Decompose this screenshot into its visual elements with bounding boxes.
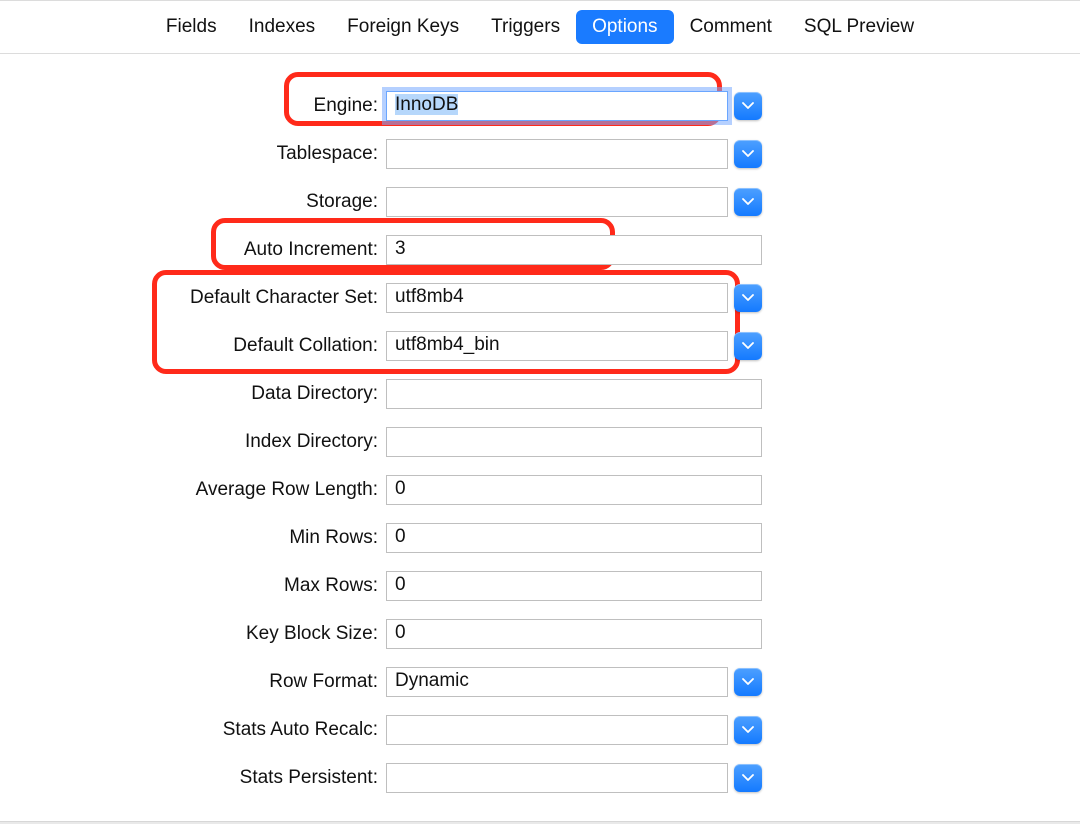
label-row-format: Row Format: (0, 671, 386, 693)
auto-increment-input[interactable]: 3 (386, 235, 762, 265)
tab-comment[interactable]: Comment (674, 10, 788, 44)
row-format-dropdown-button[interactable] (734, 668, 762, 696)
label-charset: Default Character Set: (0, 287, 386, 309)
stats-auto-recalc-input[interactable] (386, 715, 728, 745)
tab-foreign-keys[interactable]: Foreign Keys (331, 10, 475, 44)
chevron-down-icon (742, 678, 754, 686)
chevron-down-icon (742, 774, 754, 782)
tab-bar: Fields Indexes Foreign Keys Triggers Opt… (0, 0, 1080, 54)
stats-auto-recalc-dropdown-button[interactable] (734, 716, 762, 744)
index-directory-input[interactable] (386, 427, 762, 457)
chevron-down-icon (742, 150, 754, 158)
tab-options[interactable]: Options (576, 10, 673, 44)
tab-fields[interactable]: Fields (150, 10, 233, 44)
tab-sql-preview[interactable]: SQL Preview (788, 10, 930, 44)
label-data-dir: Data Directory: (0, 383, 386, 405)
stats-persistent-dropdown-button[interactable] (734, 764, 762, 792)
label-max-rows: Max Rows: (0, 575, 386, 597)
label-collation: Default Collation: (0, 335, 386, 357)
engine-input[interactable]: InnoDB (386, 91, 728, 121)
label-key-block: Key Block Size: (0, 623, 386, 645)
label-min-rows: Min Rows: (0, 527, 386, 549)
label-storage: Storage: (0, 191, 386, 213)
tablespace-input[interactable] (386, 139, 728, 169)
chevron-down-icon (742, 198, 754, 206)
chevron-down-icon (742, 726, 754, 734)
key-block-size-input[interactable]: 0 (386, 619, 762, 649)
label-tablespace: Tablespace: (0, 143, 386, 165)
options-form: Engine: InnoDB Tablespace: Storage: (0, 54, 1080, 802)
label-avg-row-len: Average Row Length: (0, 479, 386, 501)
collation-input[interactable]: utf8mb4_bin (386, 331, 728, 361)
label-index-dir: Index Directory: (0, 431, 386, 453)
row-format-input[interactable]: Dynamic (386, 667, 728, 697)
charset-dropdown-button[interactable] (734, 284, 762, 312)
tab-triggers[interactable]: Triggers (475, 10, 576, 44)
max-rows-input[interactable]: 0 (386, 571, 762, 601)
avg-row-length-input[interactable]: 0 (386, 475, 762, 505)
storage-dropdown-button[interactable] (734, 188, 762, 216)
tablespace-dropdown-button[interactable] (734, 140, 762, 168)
label-engine: Engine: (0, 95, 386, 117)
storage-input[interactable] (386, 187, 728, 217)
label-auto-increment: Auto Increment: (0, 239, 386, 261)
min-rows-input[interactable]: 0 (386, 523, 762, 553)
chevron-down-icon (742, 294, 754, 302)
data-directory-input[interactable] (386, 379, 762, 409)
label-stats-persist: Stats Persistent: (0, 767, 386, 789)
label-stats-recalc: Stats Auto Recalc: (0, 719, 386, 741)
stats-persistent-input[interactable] (386, 763, 728, 793)
tab-indexes[interactable]: Indexes (233, 10, 332, 44)
collation-dropdown-button[interactable] (734, 332, 762, 360)
charset-input[interactable]: utf8mb4 (386, 283, 728, 313)
chevron-down-icon (742, 102, 754, 110)
chevron-down-icon (742, 342, 754, 350)
engine-dropdown-button[interactable] (734, 92, 762, 120)
